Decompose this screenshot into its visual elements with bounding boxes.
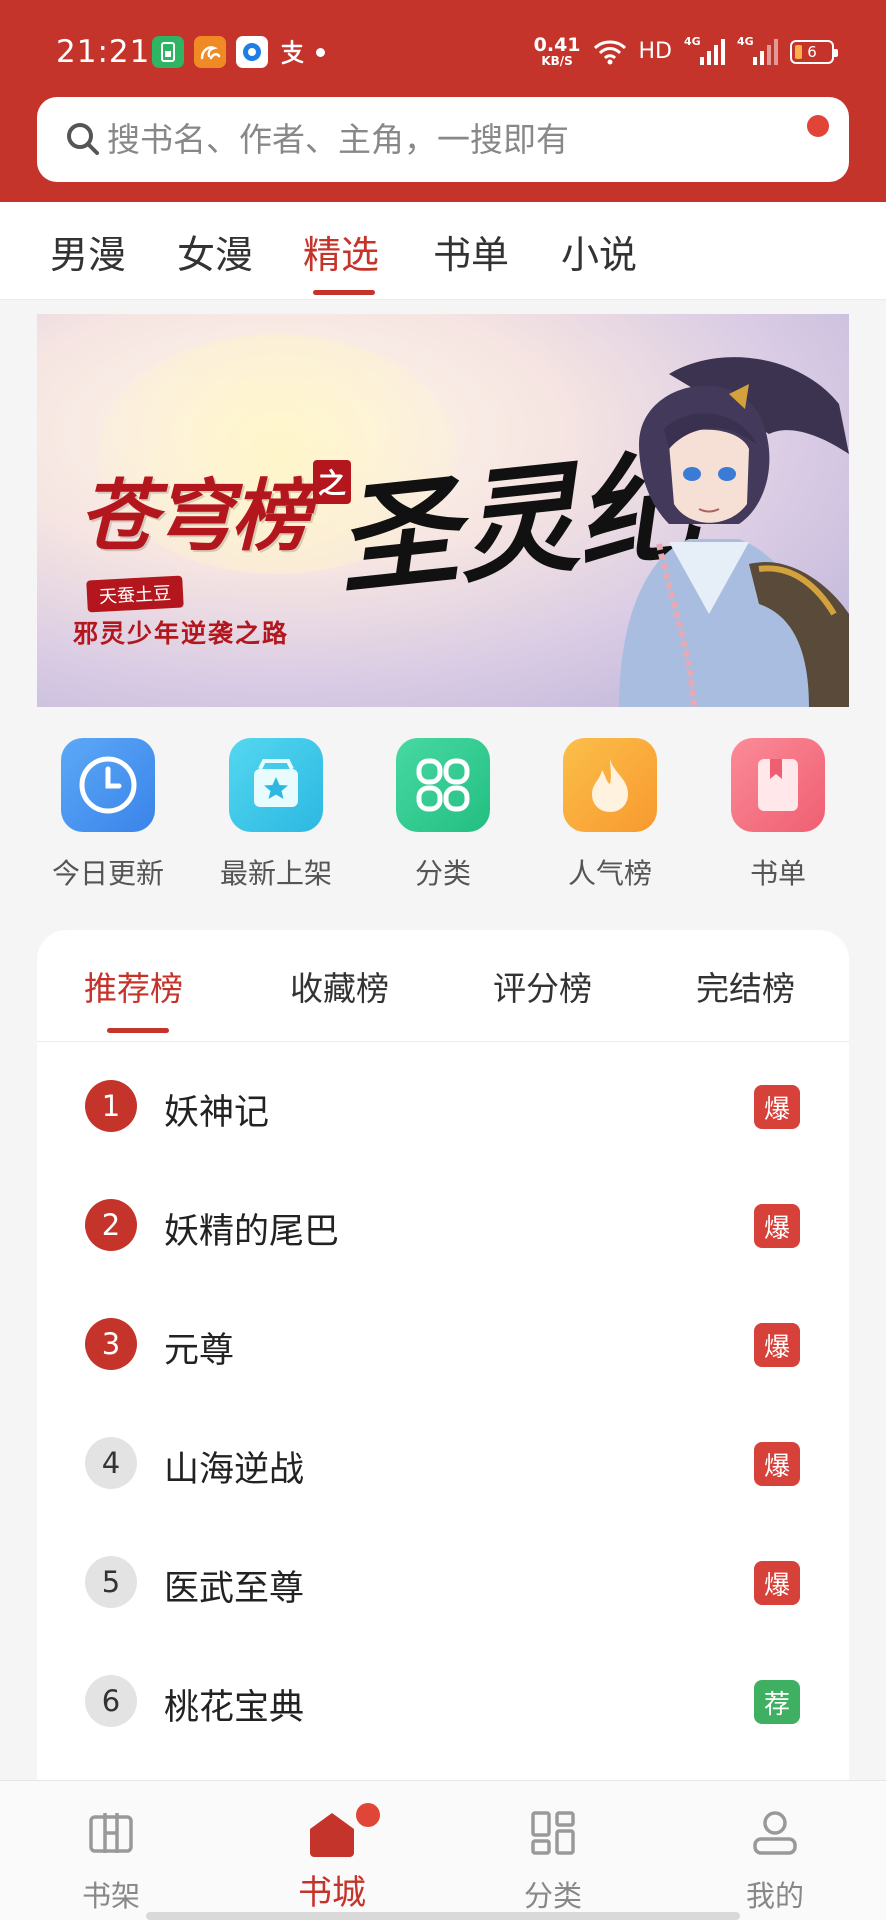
rank-number: 5: [85, 1556, 137, 1608]
banner-author: 天蚕土豆: [86, 575, 184, 613]
tab-girls-comics[interactable]: 女漫: [177, 224, 253, 279]
tab-recommend-ranking[interactable]: 推荐榜: [84, 962, 183, 1010]
signal-strength-icon-1: 4G: [684, 35, 725, 65]
rank-number: 4: [85, 1437, 137, 1489]
tab-boys-comics[interactable]: 男漫: [50, 224, 126, 279]
star-box-icon: [229, 738, 323, 832]
more-notifications-dot: [316, 47, 325, 57]
tab-favorites-ranking[interactable]: 收藏榜: [290, 962, 389, 1010]
quick-today-updates[interactable]: 今日更新: [38, 738, 178, 892]
bottom-navigation: 书架 书城 分类 我的: [0, 1780, 886, 1920]
hd-indicator: HD: [638, 39, 672, 64]
ranking-row[interactable]: 1 妖神记 爆: [37, 1050, 849, 1169]
ranking-row[interactable]: 6 桃花宝典 荐: [37, 1645, 849, 1764]
battery-icon: 6: [790, 39, 838, 64]
status-time: 21:21: [56, 34, 151, 70]
active-tab-indicator: [313, 290, 375, 295]
tab-book-lists[interactable]: 书单: [433, 224, 509, 279]
bookmark-book-icon: [731, 738, 825, 832]
comic-title: 元尊: [164, 1331, 235, 1371]
quick-entries: 今日更新 最新上架 分类 人气榜 书单: [0, 738, 886, 898]
ranking-row[interactable]: 3 元尊 爆: [37, 1288, 849, 1407]
ranking-tabs: 推荐榜 收藏榜 评分榜 完结榜: [37, 930, 849, 1042]
nav-bookstore[interactable]: 书城: [272, 1803, 392, 1914]
search-bar[interactable]: [37, 97, 849, 182]
search-notification-dot: [807, 115, 829, 137]
home-indicator[interactable]: [146, 1912, 740, 1920]
hot-badge: 爆: [754, 1442, 800, 1486]
rank-number: 6: [85, 1675, 137, 1727]
active-ranking-indicator: [107, 1028, 169, 1033]
quick-new-arrivals[interactable]: 最新上架: [206, 738, 346, 892]
comic-title: 妖精的尾巴: [164, 1212, 340, 1252]
bookshelf-icon: [89, 1813, 133, 1853]
ranking-row[interactable]: 5 医武至尊 爆: [37, 1526, 849, 1645]
search-input[interactable]: [107, 115, 787, 163]
tab-completed-ranking[interactable]: 完结榜: [696, 962, 795, 1010]
profile-icon: [753, 1811, 797, 1855]
category-grid-icon: [531, 1811, 575, 1855]
hot-badge: 爆: [754, 1204, 800, 1248]
banner-title: 苍穹榜: [79, 471, 309, 562]
ranking-row[interactable]: 4 山海逆战 爆: [37, 1407, 849, 1526]
status-notification-icons: [152, 36, 325, 68]
rank-number: 2: [85, 1199, 137, 1251]
banner-character-illustration: [619, 357, 849, 707]
rank-number: 3: [85, 1318, 137, 1370]
phone-manager-icon: [152, 36, 184, 68]
promo-banner[interactable]: 苍穹榜 之 圣灵纪 天蚕土豆 邪灵少年逆袭之路: [37, 314, 849, 707]
tab-featured[interactable]: 精选: [303, 224, 379, 279]
quick-popular-ranking[interactable]: 人气榜: [540, 738, 680, 892]
recommend-badge: 荐: [754, 1680, 800, 1724]
ranking-row[interactable]: 2 妖精的尾巴 爆: [37, 1169, 849, 1288]
tab-rating-ranking[interactable]: 评分榜: [493, 962, 592, 1010]
uc-browser-icon: [194, 36, 226, 68]
flame-icon: [563, 738, 657, 832]
nav-categories[interactable]: 分类: [493, 1807, 613, 1915]
tab-novels[interactable]: 小说: [561, 224, 637, 279]
status-bar: 21:21 0.41 KB/S HD 4G 4G 6: [0, 0, 886, 96]
hot-badge: 爆: [754, 1561, 800, 1605]
browser-app-icon: [236, 36, 268, 68]
status-indicators: 0.41 KB/S HD 4G 4G 6: [533, 34, 838, 68]
rank-number: 1: [85, 1080, 137, 1132]
nav-bookshelf[interactable]: 书架: [51, 1807, 171, 1915]
nav-profile[interactable]: 我的: [715, 1807, 835, 1915]
category-tabs: 男漫 女漫 精选 书单 小说: [0, 202, 886, 300]
quick-categories[interactable]: 分类: [373, 738, 513, 892]
hot-badge: 爆: [754, 1323, 800, 1367]
clock-icon: [61, 738, 155, 832]
comic-title: 医武至尊: [164, 1569, 305, 1609]
comic-title: 妖神记: [164, 1093, 270, 1133]
app-header: 21:21 0.41 KB/S HD 4G 4G 6 搜书名、作者、主角，一搜即…: [0, 0, 886, 202]
alipay-icon: [278, 36, 306, 68]
search-icon: [67, 123, 99, 155]
home-icon: [306, 1803, 380, 1859]
signal-strength-icon-2: 4G: [737, 35, 778, 65]
ranking-card: 推荐榜 收藏榜 评分榜 完结榜 1 妖神记 爆 2 妖精的尾巴 爆 3 元尊 爆…: [37, 930, 849, 1920]
banner-subtitle: 邪灵少年逆袭之路: [73, 619, 290, 648]
comic-title: 山海逆战: [164, 1450, 305, 1490]
network-speed: 0.41 KB/S: [533, 34, 581, 68]
comic-title: 桃花宝典: [164, 1688, 305, 1728]
quick-book-lists[interactable]: 书单: [708, 738, 848, 892]
hot-badge: 爆: [754, 1085, 800, 1129]
wifi-icon: [593, 39, 627, 65]
grid-icon: [396, 738, 490, 832]
nav-notification-dot: [356, 1803, 380, 1827]
